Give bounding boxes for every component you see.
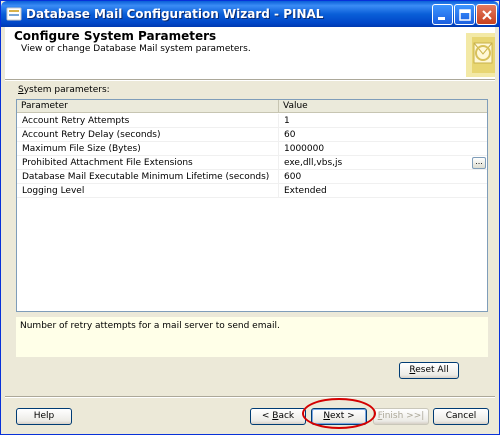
table-row[interactable]: Account Retry Delay (seconds) 60 bbox=[17, 128, 487, 142]
system-parameters-label: System parameters: bbox=[18, 85, 110, 95]
parameters-grid[interactable]: Parameter Value Account Retry Attempts 1… bbox=[16, 99, 488, 312]
value-cell[interactable]: 1000000 bbox=[279, 142, 487, 156]
value-cell[interactable]: exe,dll,vbs,js bbox=[279, 156, 487, 170]
column-header-value[interactable]: Value bbox=[279, 100, 487, 113]
page-title: Configure System Parameters bbox=[14, 29, 217, 43]
value-cell[interactable]: 60 bbox=[279, 128, 487, 142]
close-icon bbox=[482, 10, 492, 20]
value-cell[interactable]: 600 bbox=[279, 170, 487, 184]
parameter-cell: Logging Level bbox=[17, 184, 279, 198]
parameter-cell: Maximum File Size (Bytes) bbox=[17, 142, 279, 156]
back-button[interactable]: < Back bbox=[250, 408, 306, 425]
wizard-window: Database Mail Configuration Wizard - PIN… bbox=[0, 0, 500, 435]
parameter-cell: Database Mail Executable Minimum Lifetim… bbox=[17, 170, 279, 184]
minimize-button[interactable] bbox=[432, 4, 453, 25]
wizard-header: Configure System Parameters View or chan… bbox=[5, 27, 495, 79]
footer-divider bbox=[5, 396, 495, 398]
parameter-cell: Prohibited Attachment File Extensions bbox=[17, 156, 279, 170]
close-button[interactable] bbox=[476, 4, 497, 25]
cancel-button[interactable]: Cancel bbox=[433, 408, 489, 425]
help-button[interactable]: Help bbox=[16, 408, 72, 425]
table-row[interactable]: Account Retry Attempts 1 bbox=[17, 114, 487, 128]
value-cell[interactable]: Extended bbox=[279, 184, 487, 198]
parameter-cell: Account Retry Attempts bbox=[17, 114, 279, 128]
browse-extensions-button[interactable]: ... bbox=[472, 157, 486, 169]
next-button[interactable]: Next > bbox=[311, 408, 367, 425]
minimize-icon bbox=[438, 17, 445, 20]
envelope-graphic-icon bbox=[466, 33, 495, 77]
title-bar[interactable]: Database Mail Configuration Wizard - PIN… bbox=[1, 1, 499, 27]
window-title: Database Mail Configuration Wizard - PIN… bbox=[26, 7, 324, 21]
description-text: Number of retry attempts for a mail serv… bbox=[20, 321, 280, 331]
value-cell[interactable]: 1 bbox=[279, 114, 487, 128]
table-row[interactable]: Prohibited Attachment File Extensions ex… bbox=[17, 156, 487, 170]
app-icon bbox=[6, 7, 22, 21]
reset-all-button[interactable]: Reset All bbox=[399, 362, 459, 379]
description-panel: Number of retry attempts for a mail serv… bbox=[16, 317, 488, 357]
header-divider bbox=[5, 79, 495, 81]
table-row[interactable]: Maximum File Size (Bytes) 1000000 bbox=[17, 142, 487, 156]
grid-header: Parameter Value bbox=[17, 100, 487, 113]
finish-button[interactable]: Finish >>| bbox=[373, 408, 429, 425]
maximize-button[interactable] bbox=[454, 4, 475, 25]
column-header-parameter[interactable]: Parameter bbox=[17, 100, 279, 113]
table-row[interactable]: Logging Level Extended bbox=[17, 184, 487, 198]
table-row[interactable]: Database Mail Executable Minimum Lifetim… bbox=[17, 170, 487, 184]
maximize-icon bbox=[459, 9, 471, 21]
page-subtitle: View or change Database Mail system para… bbox=[21, 44, 251, 54]
parameter-cell: Account Retry Delay (seconds) bbox=[17, 128, 279, 142]
